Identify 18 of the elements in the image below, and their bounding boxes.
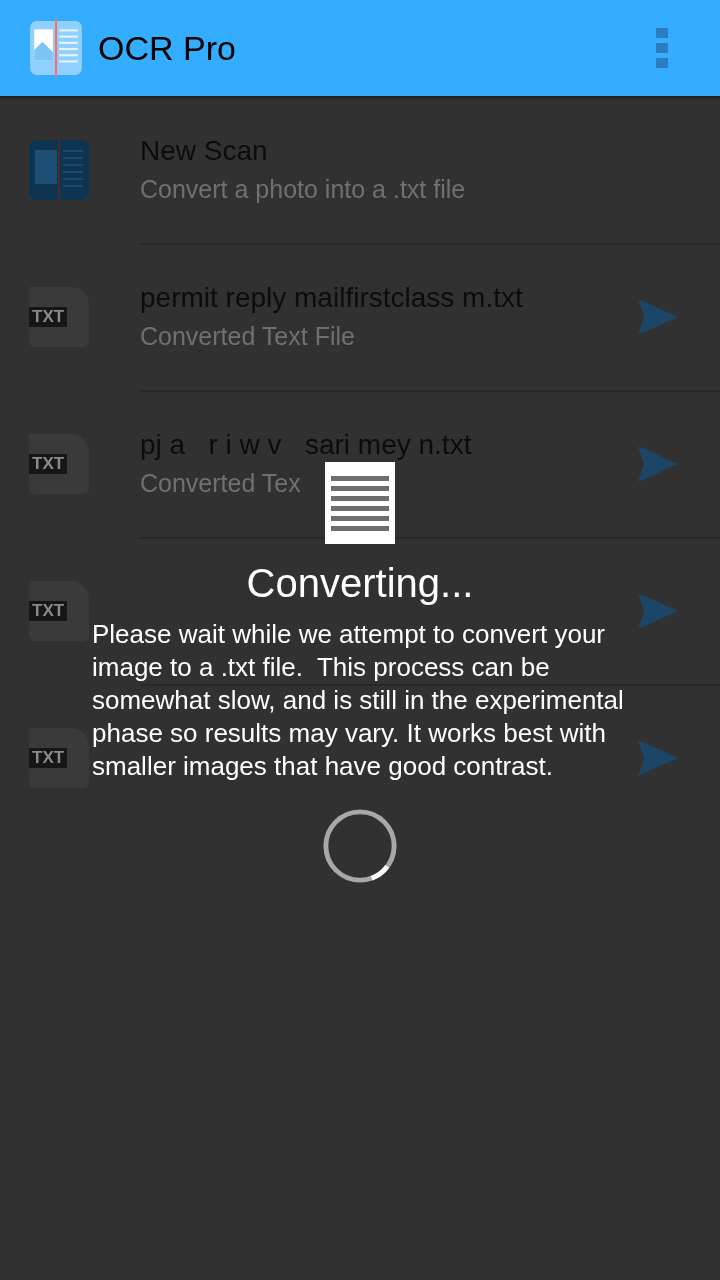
dialog-title: Converting... (246, 560, 474, 606)
txt-file-icon: TXT (29, 580, 89, 641)
item-subtitle: Convert a photo into a .txt file (140, 175, 467, 204)
dialog-message: Please wait while we attempt to convert your image to a .txt file. This process can be somewhat slow, and is still in the experimental phase so results may vary. It works best with smaller images that have good contrast. (92, 618, 624, 783)
send-icon[interactable] (638, 592, 678, 629)
send-icon[interactable] (638, 739, 678, 776)
app-title: OCR Pro (98, 28, 237, 68)
document-icon (325, 462, 395, 544)
send-icon[interactable] (638, 298, 678, 335)
txt-file-icon: TXT (29, 433, 89, 494)
overflow-menu-icon[interactable] (656, 28, 668, 68)
send-icon[interactable] (638, 445, 678, 482)
item-subtitle: Converted Text File (140, 322, 356, 351)
item-subtitle: Converted Tex (140, 469, 302, 498)
app-logo-icon (30, 19, 82, 77)
txt-file-icon: TXT (29, 727, 89, 788)
txt-file-icon: TXT (29, 286, 89, 347)
scan-app-icon (29, 139, 89, 200)
